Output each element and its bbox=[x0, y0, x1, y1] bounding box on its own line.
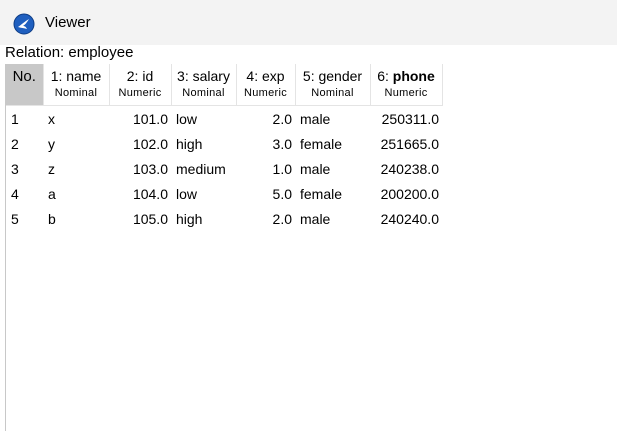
cell-id[interactable]: 102.0 bbox=[109, 131, 171, 156]
cell-gender[interactable]: male bbox=[295, 206, 370, 231]
table-row[interactable]: 2 y 102.0 high 3.0 female 251665.0 bbox=[6, 131, 442, 156]
cell-exp[interactable]: 3.0 bbox=[236, 131, 295, 156]
column-type: Numeric bbox=[118, 87, 162, 99]
column-header-id[interactable]: 2: id Numeric bbox=[109, 64, 172, 106]
column-name: 1: name bbox=[50, 68, 102, 84]
column-type: Nominal bbox=[54, 87, 98, 99]
cell-gender[interactable]: male bbox=[295, 106, 370, 132]
column-header-name[interactable]: 1: name Nominal bbox=[43, 64, 110, 106]
column-type: Nominal bbox=[311, 87, 354, 99]
table-row[interactable]: 5 b 105.0 high 2.0 male 240240.0 bbox=[6, 206, 442, 231]
table-row[interactable]: 4 a 104.0 low 5.0 female 200200.0 bbox=[6, 181, 442, 206]
cell-id[interactable]: 101.0 bbox=[109, 106, 171, 132]
column-header-phone[interactable]: 6: phone Numeric bbox=[370, 64, 443, 106]
column-name: 5: gender bbox=[302, 68, 363, 84]
data-table: No. 1: name Nominal 2: id Numeric 3: sal… bbox=[6, 64, 443, 231]
cell-phone[interactable]: 251665.0 bbox=[370, 131, 442, 156]
cell-name[interactable]: x bbox=[43, 106, 109, 132]
cell-salary[interactable]: high bbox=[171, 131, 236, 156]
column-header-gender[interactable]: 5: gender Nominal bbox=[295, 64, 371, 106]
column-name: 2: id bbox=[126, 68, 154, 84]
cell-gender[interactable]: female bbox=[295, 181, 370, 206]
cell-phone[interactable]: 250311.0 bbox=[370, 106, 442, 132]
column-name-prefix: 6: bbox=[377, 68, 393, 84]
column-name-bold: phone bbox=[392, 68, 435, 84]
cell-gender[interactable]: female bbox=[295, 131, 370, 156]
cell-phone[interactable]: 200200.0 bbox=[370, 181, 442, 206]
cell-salary[interactable]: medium bbox=[171, 156, 236, 181]
column-header-exp[interactable]: 4: exp Numeric bbox=[236, 64, 296, 106]
table-row[interactable]: 1 x 101.0 low 2.0 male 250311.0 bbox=[6, 106, 442, 132]
cell-salary[interactable]: low bbox=[171, 106, 236, 132]
row-number: 4 bbox=[11, 185, 19, 202]
column-type: Numeric bbox=[384, 87, 428, 99]
cell-id[interactable]: 105.0 bbox=[109, 206, 171, 231]
cell-salary[interactable]: high bbox=[171, 206, 236, 231]
cell-exp[interactable]: 2.0 bbox=[236, 206, 295, 231]
cell-name[interactable]: a bbox=[43, 181, 109, 206]
table-row[interactable]: 3 z 103.0 medium 1.0 male 240238.0 bbox=[6, 156, 442, 181]
data-grid[interactable]: No. 1: name Nominal 2: id Numeric 3: sal… bbox=[5, 64, 617, 431]
title-bar[interactable]: Viewer bbox=[0, 0, 617, 45]
column-type: Numeric bbox=[243, 87, 288, 99]
cell-name[interactable]: y bbox=[43, 131, 109, 156]
column-name: 4: exp bbox=[246, 68, 285, 84]
cell-gender[interactable]: male bbox=[295, 156, 370, 181]
row-number: 1 bbox=[11, 110, 19, 127]
cell-id[interactable]: 104.0 bbox=[109, 181, 171, 206]
cell-phone[interactable]: 240240.0 bbox=[370, 206, 442, 231]
cell-exp[interactable]: 5.0 bbox=[236, 181, 295, 206]
column-name: 6: phone bbox=[371, 68, 442, 84]
column-type: Nominal bbox=[182, 87, 225, 99]
cell-name[interactable]: b bbox=[43, 206, 109, 231]
weka-bird-icon bbox=[13, 13, 35, 35]
row-number: 5 bbox=[11, 210, 19, 227]
cell-salary[interactable]: low bbox=[171, 181, 236, 206]
column-header-no[interactable]: No. bbox=[6, 64, 44, 106]
cell-phone[interactable]: 240238.0 bbox=[370, 156, 442, 181]
viewer-window: Viewer Relation: employee No. 1: name No… bbox=[0, 0, 617, 431]
cell-exp[interactable]: 1.0 bbox=[236, 156, 295, 181]
window-title: Viewer bbox=[45, 14, 91, 31]
cell-name[interactable]: z bbox=[43, 156, 109, 181]
cell-exp[interactable]: 2.0 bbox=[236, 106, 295, 132]
cell-id[interactable]: 103.0 bbox=[109, 156, 171, 181]
header-row: No. 1: name Nominal 2: id Numeric 3: sal… bbox=[6, 64, 443, 106]
column-header-salary[interactable]: 3: salary Nominal bbox=[171, 64, 237, 106]
row-number: 2 bbox=[11, 135, 19, 152]
row-number: 3 bbox=[11, 160, 19, 177]
relation-label: Relation: employee bbox=[5, 44, 134, 61]
column-name: 3: salary bbox=[177, 68, 230, 84]
